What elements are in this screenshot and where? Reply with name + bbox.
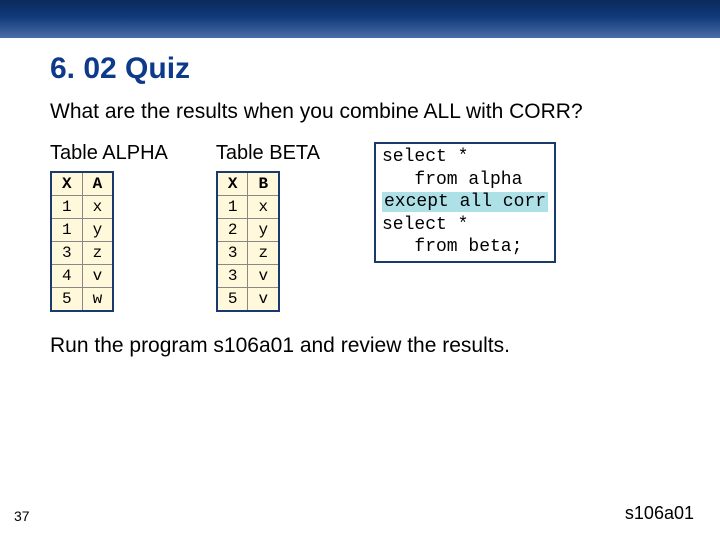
- code-line: from alpha: [382, 170, 522, 190]
- col-header: X: [51, 172, 82, 196]
- code-line: from beta;: [382, 237, 522, 257]
- cell: 5: [51, 288, 82, 312]
- filename-label: s106a01: [625, 503, 694, 524]
- sql-code-block: select * from alpha except all corr sele…: [374, 142, 556, 263]
- table-beta: X B 1x 2y 3z 3v 5v: [216, 171, 280, 312]
- cell: y: [248, 219, 279, 242]
- cell: w: [82, 288, 113, 312]
- table-header-row: X A: [51, 172, 113, 196]
- cell: 1: [51, 219, 82, 242]
- cell: v: [82, 265, 113, 288]
- cell: 3: [217, 242, 248, 265]
- cell: 1: [51, 196, 82, 219]
- cell: z: [248, 242, 279, 265]
- col-header: X: [217, 172, 248, 196]
- cell: 3: [51, 242, 82, 265]
- cell: 4: [51, 265, 82, 288]
- cell: x: [82, 196, 113, 219]
- table-row: 5v: [217, 288, 279, 312]
- table-beta-caption: Table BETA: [216, 142, 320, 165]
- cell: 5: [217, 288, 248, 312]
- slide-title: 6. 02 Quiz: [50, 52, 720, 86]
- table-row: 1x: [217, 196, 279, 219]
- table-alpha-block: Table ALPHA X A 1x 1y 3z 4v 5w: [50, 142, 168, 312]
- code-line: select *: [382, 147, 468, 167]
- table-row: 2y: [217, 219, 279, 242]
- cell: y: [82, 219, 113, 242]
- table-beta-block: Table BETA X B 1x 2y 3z 3v 5v: [216, 142, 320, 312]
- header-bar: [0, 0, 720, 38]
- code-line: select *: [382, 215, 468, 235]
- question-text: What are the results when you combine AL…: [50, 100, 720, 124]
- table-row: 3z: [51, 242, 113, 265]
- table-row: 4v: [51, 265, 113, 288]
- table-row: 1y: [51, 219, 113, 242]
- table-row: 5w: [51, 288, 113, 312]
- content-row: Table ALPHA X A 1x 1y 3z 4v 5w Table BET…: [50, 142, 720, 312]
- cell: x: [248, 196, 279, 219]
- cell: 2: [217, 219, 248, 242]
- table-header-row: X B: [217, 172, 279, 196]
- cell: v: [248, 265, 279, 288]
- table-row: 3v: [217, 265, 279, 288]
- run-note: Run the program s106a01 and review the r…: [50, 334, 720, 358]
- table-alpha-caption: Table ALPHA: [50, 142, 168, 165]
- cell: v: [248, 288, 279, 312]
- col-header: B: [248, 172, 279, 196]
- cell: 3: [217, 265, 248, 288]
- code-line-highlight: except all corr: [382, 192, 548, 212]
- table-row: 1x: [51, 196, 113, 219]
- table-alpha: X A 1x 1y 3z 4v 5w: [50, 171, 114, 312]
- table-row: 3z: [217, 242, 279, 265]
- cell: z: [82, 242, 113, 265]
- cell: 1: [217, 196, 248, 219]
- col-header: A: [82, 172, 113, 196]
- page-number: 37: [14, 508, 30, 524]
